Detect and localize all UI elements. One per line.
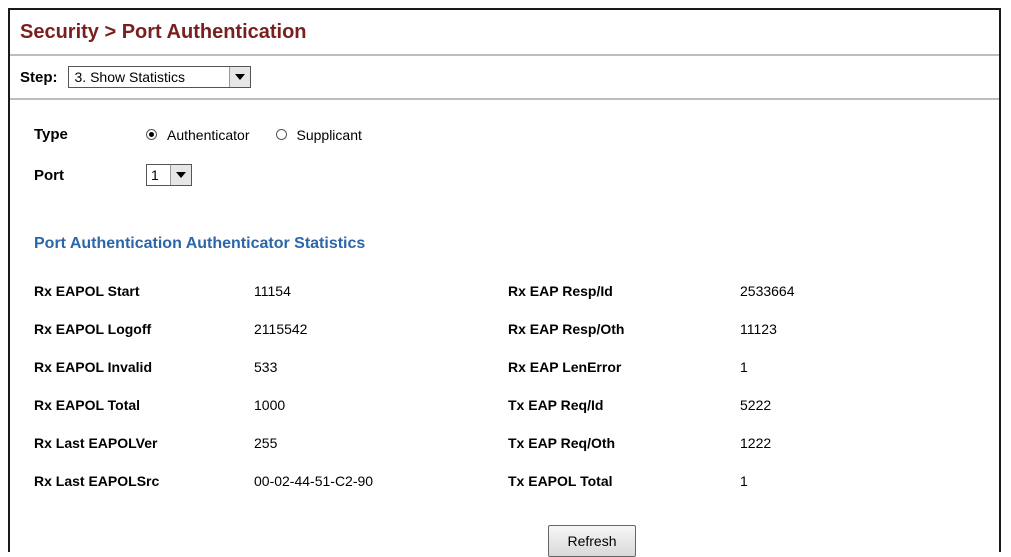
port-label: Port	[34, 166, 64, 184]
stat-row: Rx Last EAPOLVer 255 Tx EAP Req/Oth 1222	[34, 424, 994, 462]
stat-value: 1	[740, 473, 748, 489]
stat-row: Rx EAPOL Start 11154 Rx EAP Resp/Id 2533…	[34, 272, 994, 310]
step-label: Step:	[20, 68, 58, 86]
stat-key: Rx Last EAPOLSrc	[34, 473, 160, 489]
stat-key: Rx EAPOL Invalid	[34, 359, 152, 375]
stat-value: 5222	[740, 397, 772, 413]
stat-value: 11154	[254, 283, 291, 299]
radio-checked-icon[interactable]	[146, 129, 157, 140]
stat-key: Rx EAP Resp/Oth	[508, 321, 625, 337]
stat-row: Rx EAPOL Invalid 533 Rx EAP LenError 1	[34, 348, 994, 386]
stat-value: 11123	[740, 321, 777, 337]
stat-row: Rx Last EAPOLSrc 00-02-44-51-C2-90 Tx EA…	[34, 462, 994, 500]
main-panel: Security > Port Authentication Step: 3. …	[8, 8, 1001, 557]
port-select[interactable]: 1	[146, 164, 192, 186]
stat-value: 1222	[740, 435, 772, 451]
port-select-value: 1	[151, 167, 159, 183]
options-form: Type Authenticator Supplicant Port 1	[10, 100, 999, 210]
type-row: Type Authenticator Supplicant	[34, 126, 388, 143]
refresh-button[interactable]: Refresh	[548, 525, 636, 557]
stat-value: 255	[254, 435, 278, 451]
stats-table: Rx EAPOL Start 11154 Rx EAP Resp/Id 2533…	[34, 272, 994, 500]
step-select[interactable]: 3. Show Statistics	[67, 66, 251, 88]
title-bar: Security > Port Authentication	[10, 10, 999, 56]
step-select-value: 3. Show Statistics	[74, 69, 186, 85]
stat-key: Tx EAPOL Total	[508, 473, 613, 489]
stat-value: 2533664	[740, 283, 795, 299]
step-bar: Step: 3. Show Statistics	[10, 56, 999, 100]
stat-value: 533	[254, 359, 278, 375]
stat-key: Rx EAP LenError	[508, 359, 622, 375]
chevron-down-icon[interactable]	[170, 165, 191, 185]
stat-key: Rx EAPOL Total	[34, 397, 141, 413]
stat-key: Rx Last EAPOLVer	[34, 435, 158, 451]
stat-value: 00-02-44-51-C2-90	[254, 473, 374, 489]
stat-key: Rx EAPOL Logoff	[34, 321, 152, 337]
section-title: Port Authentication Authenticator Statis…	[34, 235, 366, 252]
radio-supplicant[interactable]: Supplicant	[275, 126, 362, 143]
radio-authenticator-label: Authenticator	[167, 126, 250, 143]
stat-value: 1	[740, 359, 748, 375]
stat-key: Rx EAPOL Start	[34, 283, 140, 299]
type-label: Type	[34, 126, 68, 143]
stat-key: Rx EAP Resp/Id	[508, 283, 613, 299]
radio-unchecked-icon[interactable]	[275, 129, 287, 140]
stat-key: Tx EAP Req/Oth	[508, 435, 616, 451]
radio-authenticator[interactable]: Authenticator	[146, 127, 250, 143]
stat-row: Rx EAPOL Total 1000 Tx EAP Req/Id 5222	[34, 386, 994, 424]
stat-row: Rx EAPOL Logoff 2115542 Rx EAP Resp/Oth …	[34, 310, 994, 348]
page-title: Security > Port Authentication	[20, 20, 307, 43]
chevron-down-icon[interactable]	[228, 67, 250, 87]
stat-value: 2115542	[254, 321, 308, 337]
stat-key: Tx EAP Req/Id	[508, 397, 604, 413]
radio-supplicant-label: Supplicant	[296, 126, 362, 143]
stat-value: 1000	[254, 397, 286, 413]
port-row: Port 1	[34, 164, 192, 186]
